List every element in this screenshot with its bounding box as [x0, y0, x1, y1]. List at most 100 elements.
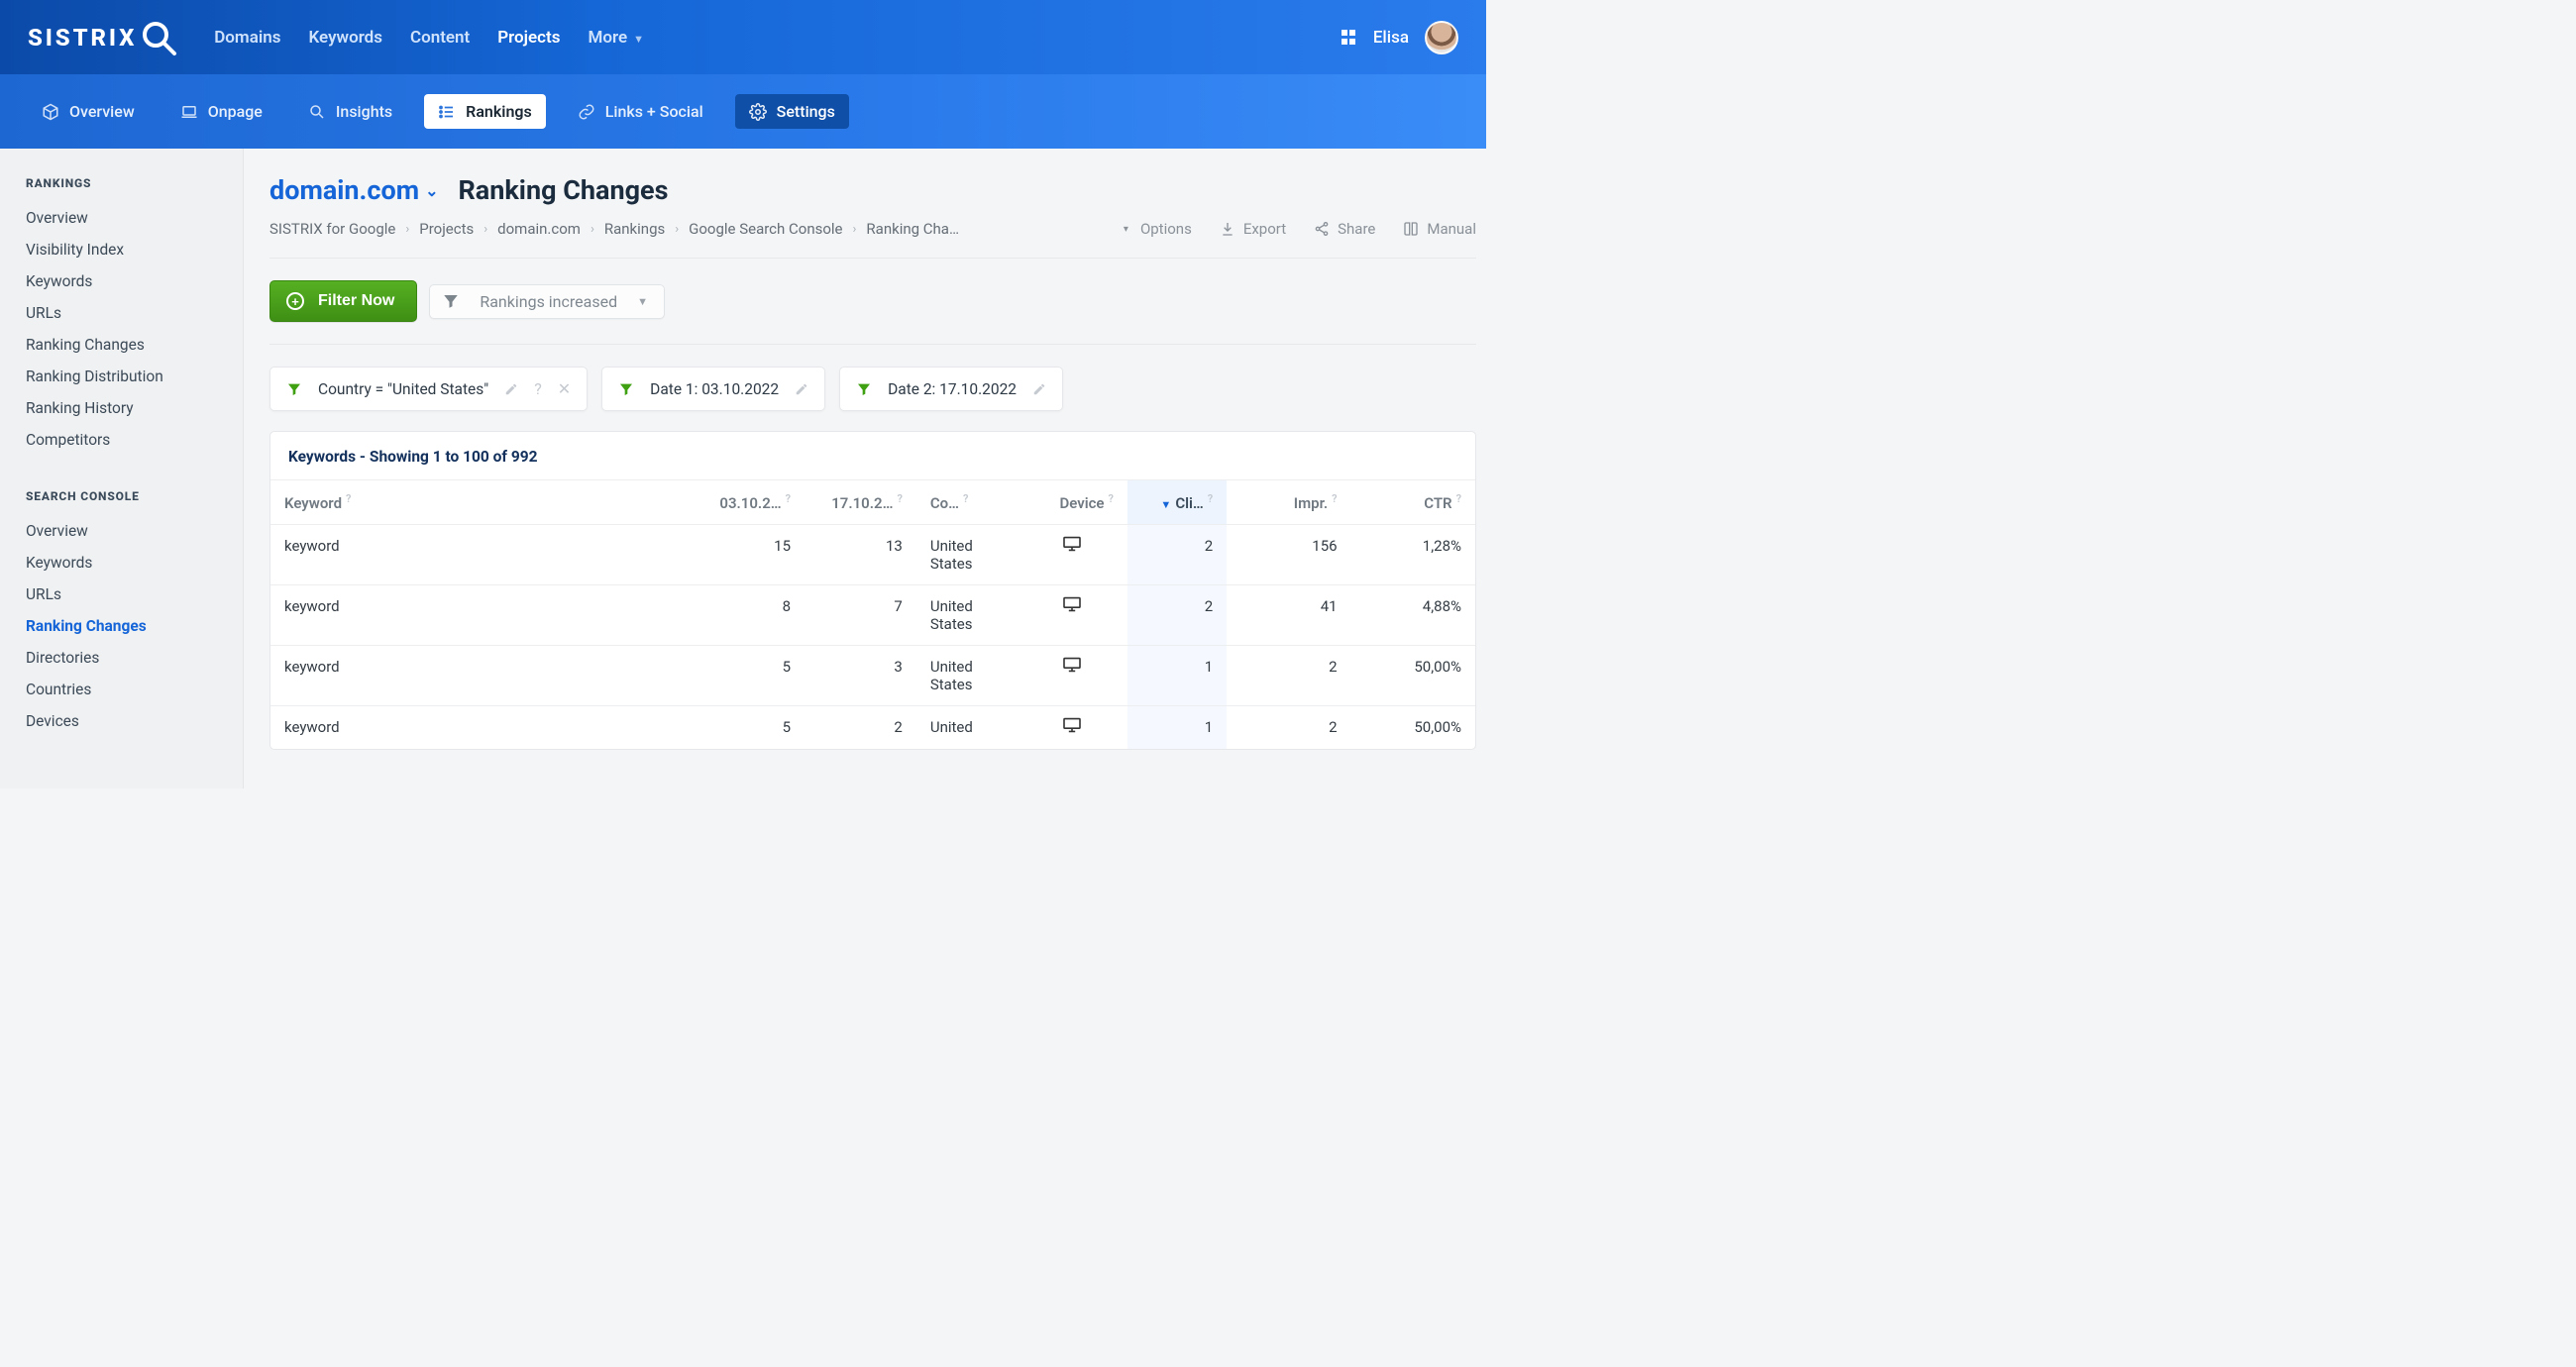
page-actions: ▾Options Export Share Manual: [1124, 220, 1476, 238]
manual-button[interactable]: Manual: [1403, 220, 1476, 238]
top-nav: Domains Keywords Content Projects More▼: [214, 28, 644, 48]
pencil-icon[interactable]: [504, 382, 518, 396]
subtab-rankings[interactable]: Rankings: [424, 94, 546, 129]
th-ctr[interactable]: CTR?: [1351, 480, 1475, 525]
export-button[interactable]: Export: [1220, 220, 1286, 238]
crumb-3[interactable]: Rankings: [604, 220, 665, 238]
help-icon[interactable]: ?: [786, 492, 791, 505]
plus-circle-icon: +: [286, 292, 304, 310]
sidebar-item-keywords[interactable]: Keywords: [26, 265, 223, 297]
options-dropdown[interactable]: ▾Options: [1124, 220, 1192, 238]
crumb-4[interactable]: Google Search Console: [689, 220, 842, 238]
crumb-2[interactable]: domain.com: [497, 220, 581, 238]
filter-now-button[interactable]: + Filter Now: [269, 280, 417, 322]
crumb-0[interactable]: SISTRIX for Google: [269, 220, 395, 238]
help-icon[interactable]: ?: [1109, 492, 1114, 505]
th-date2[interactable]: 17.10.2…?: [805, 480, 916, 525]
sidebar-item-sc-keywords[interactable]: Keywords: [26, 547, 223, 578]
subtab-onpage[interactable]: Onpage: [166, 94, 276, 129]
sidebar-item-ranking-changes[interactable]: Ranking Changes: [26, 329, 223, 361]
breadcrumb-row: SISTRIX for Google › Projects › domain.c…: [269, 220, 1476, 259]
subtab-settings[interactable]: Settings: [735, 94, 849, 129]
funnel-icon: [856, 381, 872, 397]
table-row[interactable]: keyword 5 2 United 1 2 50,00%: [270, 706, 1475, 750]
cell-date1: 5: [693, 646, 805, 706]
sidebar-item-visibility-index[interactable]: Visibility Index: [26, 234, 223, 265]
sidebar-item-ranking-distribution[interactable]: Ranking Distribution: [26, 361, 223, 392]
help-icon[interactable]: ?: [897, 492, 902, 505]
table-row[interactable]: keyword 15 13 United States 2 156 1,28%: [270, 525, 1475, 585]
subtab-insights[interactable]: Insights: [294, 94, 406, 129]
sidebar-item-sc-ranking-changes[interactable]: Ranking Changes: [26, 610, 223, 642]
filter-chip-text: Date 2: 17.10.2022: [888, 380, 1017, 398]
th-clicks[interactable]: ▼Cli…?: [1127, 480, 1227, 525]
sidebar-item-sc-devices[interactable]: Devices: [26, 705, 223, 737]
nav-domains[interactable]: Domains: [214, 28, 280, 48]
sidebar-item-sc-countries[interactable]: Countries: [26, 674, 223, 705]
th-date1[interactable]: 03.10.2…?: [693, 480, 805, 525]
breadcrumb-separator: ›: [853, 222, 857, 237]
cell-keyword: keyword: [270, 706, 693, 750]
nav-keywords[interactable]: Keywords: [308, 28, 381, 48]
subtab-links-social[interactable]: Links + Social: [564, 94, 717, 129]
cell-date2: 2: [805, 706, 916, 750]
th-keyword[interactable]: Keyword?: [270, 480, 693, 525]
nav-more[interactable]: More▼: [588, 28, 644, 48]
filter-chip-text: Country = "United States": [318, 380, 488, 398]
cell-ctr: 50,00%: [1351, 646, 1475, 706]
filter-now-label: Filter Now: [318, 292, 394, 310]
export-label: Export: [1243, 220, 1286, 238]
pencil-icon[interactable]: [795, 382, 808, 396]
table-row[interactable]: keyword 8 7 United States 2 41 4,88%: [270, 585, 1475, 646]
filter-chip-country: Country = "United States" ? ✕: [269, 367, 588, 411]
nav-projects[interactable]: Projects: [497, 28, 560, 48]
table-row[interactable]: keyword 5 3 United States 1 2 50,00%: [270, 646, 1475, 706]
link-icon: [578, 103, 595, 121]
sidebar-item-competitors[interactable]: Competitors: [26, 424, 223, 456]
sidebar-item-sc-directories[interactable]: Directories: [26, 642, 223, 674]
sidebar-item-overview[interactable]: Overview: [26, 202, 223, 234]
help-icon[interactable]: ?: [346, 492, 351, 505]
sidebar-item-sc-overview[interactable]: Overview: [26, 515, 223, 547]
cell-device: [1016, 585, 1127, 646]
help-icon[interactable]: ?: [963, 492, 968, 505]
nav-content[interactable]: Content: [410, 28, 470, 48]
filter-chip-date1: Date 1: 03.10.2022: [601, 367, 825, 411]
close-icon[interactable]: ✕: [558, 379, 571, 398]
th-country[interactable]: Co…?: [916, 480, 1016, 525]
cell-country: United States: [916, 585, 1016, 646]
share-button[interactable]: Share: [1314, 220, 1375, 238]
magnifier-icon: [139, 18, 178, 57]
help-icon[interactable]: ?: [1456, 492, 1461, 505]
help-icon[interactable]: ?: [534, 379, 542, 398]
breadcrumb-separator: ›: [590, 222, 594, 237]
crumb-1[interactable]: Projects: [419, 220, 474, 238]
table-header-row: Keyword? 03.10.2…? 17.10.2…? Co…? Device…: [270, 480, 1475, 525]
th-impr[interactable]: Impr.?: [1227, 480, 1350, 525]
crumb-5[interactable]: Ranking Cha…: [866, 220, 959, 238]
th-device[interactable]: Device?: [1016, 480, 1127, 525]
cell-clicks: 1: [1127, 646, 1227, 706]
sidebar-item-urls[interactable]: URLs: [26, 297, 223, 329]
cell-country: United States: [916, 525, 1016, 585]
help-icon[interactable]: ?: [1208, 492, 1213, 505]
breadcrumb-separator: ›: [483, 222, 487, 237]
user-name[interactable]: Elisa: [1373, 28, 1409, 48]
cell-device: [1016, 646, 1127, 706]
sidebar-item-ranking-history[interactable]: Ranking History: [26, 392, 223, 424]
keywords-card: Keywords - Showing 1 to 100 of 992 Keywo…: [269, 431, 1476, 750]
gear-icon: [749, 103, 767, 121]
avatar[interactable]: [1425, 21, 1458, 54]
domain-dropdown[interactable]: domain.com ⌄: [269, 174, 439, 206]
filter-chip-date2: Date 2: 17.10.2022: [839, 367, 1063, 411]
apps-grid-icon[interactable]: [1342, 30, 1357, 46]
logo[interactable]: SISTRIX: [28, 18, 178, 57]
subtab-overview[interactable]: Overview: [28, 94, 149, 129]
chevron-down-icon: ▼: [633, 33, 644, 46]
options-label: Options: [1140, 220, 1192, 238]
sidebar-item-sc-urls[interactable]: URLs: [26, 578, 223, 610]
help-icon[interactable]: ?: [1332, 492, 1337, 505]
share-label: Share: [1338, 220, 1375, 238]
filter-dropdown[interactable]: Rankings increased ▼: [429, 284, 665, 319]
pencil-icon[interactable]: [1032, 382, 1046, 396]
